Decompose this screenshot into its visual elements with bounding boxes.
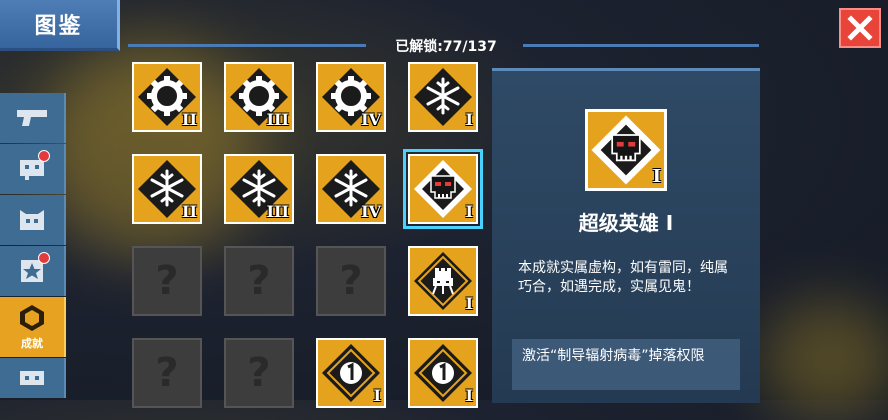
achievement-icon <box>20 305 44 331</box>
category-sidebar: 成就 <box>0 93 66 399</box>
achievement-tile-selected[interactable]: I <box>403 149 483 229</box>
notification-badge <box>38 252 50 264</box>
achievement-level: I <box>465 110 473 129</box>
achievement-tile[interactable]: II <box>132 62 202 132</box>
achievement-level: III <box>266 110 289 129</box>
achievement-detail-panel: I 超级英雄 Ⅰ 本成就实属虚构，如有雷同，纯属巧合，如遇完成，实属见鬼！ 激活… <box>492 68 760 403</box>
close-icon <box>847 15 873 41</box>
sidebar-tab-pets[interactable] <box>0 195 66 245</box>
achievement-tile[interactable]: IV <box>316 62 386 132</box>
detail-unlock-condition: 激活“制导辐射病毒”掉落权限 <box>512 339 740 390</box>
achievement-level: I <box>465 386 473 405</box>
notification-badge <box>38 150 50 162</box>
sidebar-tab-cards[interactable] <box>0 246 66 296</box>
achievement-tile[interactable]: I <box>408 246 478 316</box>
page-title: 图鉴 <box>0 0 120 51</box>
achievement-level: II <box>182 202 197 221</box>
achievement-tile-locked[interactable]: ? <box>132 338 202 408</box>
sidebar-tab-misc[interactable] <box>0 358 66 398</box>
achievement-tile[interactable]: III <box>224 62 294 132</box>
achievement-level: III <box>266 202 289 221</box>
detail-title: 超级英雄 Ⅰ <box>578 211 674 235</box>
achievement-tile[interactable]: IV <box>316 154 386 224</box>
detail-level: I <box>652 166 661 187</box>
pet-icon <box>20 210 44 230</box>
locked-question-mark: ? <box>247 258 271 304</box>
controller-icon <box>20 371 44 385</box>
achievement-tile-locked[interactable]: ? <box>316 246 386 316</box>
achievement-level: I <box>465 294 473 313</box>
achievement-level: IV <box>361 110 381 129</box>
achievement-tile[interactable]: I <box>316 338 386 408</box>
sidebar-tab-achievements[interactable]: 成就 <box>0 297 66 357</box>
locked-question-mark: ? <box>155 258 179 304</box>
gun-icon <box>17 110 47 126</box>
detail-description: 本成就实属虚构，如有雷同，纯属巧合，如遇完成，实属见鬼！ <box>518 260 728 295</box>
background-glow <box>760 300 888 420</box>
achievement-level: I <box>465 202 473 221</box>
locked-question-mark: ? <box>247 350 271 396</box>
unlocked-counter: 已解锁:77/137 <box>395 39 497 55</box>
detail-icon-frame: I <box>585 109 667 191</box>
locked-question-mark: ? <box>155 350 179 396</box>
header-divider-right <box>523 44 759 47</box>
achievement-level: IV <box>361 202 381 221</box>
achievement-tile[interactable]: I <box>408 62 478 132</box>
sidebar-tab-label: 成就 <box>21 337 43 350</box>
achievement-tile[interactable]: III <box>224 154 294 224</box>
header-divider-left <box>128 44 366 47</box>
achievement-level: I <box>373 386 381 405</box>
achievement-tile-locked[interactable]: ? <box>132 246 202 316</box>
sidebar-tab-robots[interactable] <box>0 144 66 194</box>
sidebar-tab-weapons[interactable] <box>0 93 66 143</box>
achievement-tile[interactable]: I <box>408 338 478 408</box>
achievement-tile[interactable]: II <box>132 154 202 224</box>
achievement-level: II <box>182 110 197 129</box>
achievement-tile-locked[interactable]: ? <box>224 338 294 408</box>
close-button[interactable] <box>839 8 881 48</box>
achievement-tile-locked[interactable]: ? <box>224 246 294 316</box>
locked-question-mark: ? <box>339 258 363 304</box>
